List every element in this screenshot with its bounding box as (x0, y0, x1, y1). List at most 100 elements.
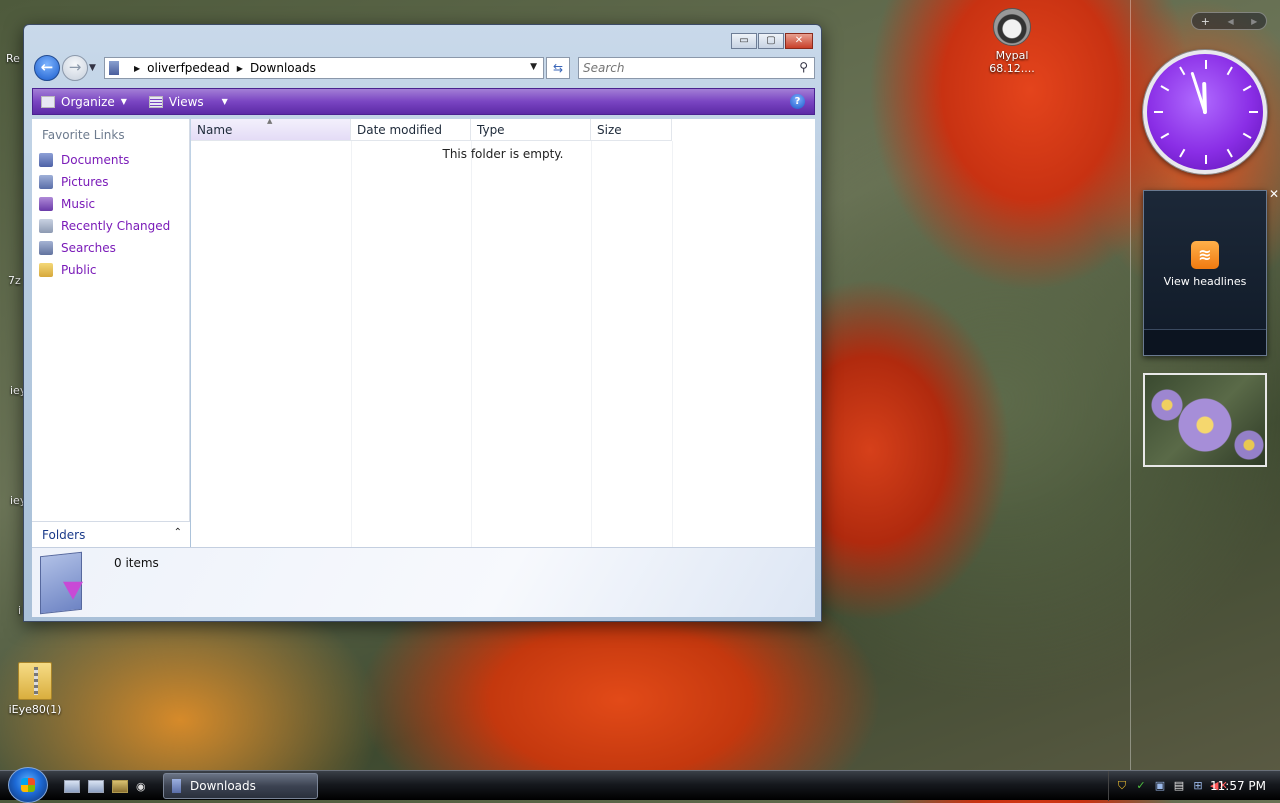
taskbar-clock[interactable]: 11:57 PM (1210, 779, 1266, 793)
refresh-button[interactable]: ⇆ (546, 57, 570, 79)
zip-folder-icon (18, 662, 52, 700)
program-tray-icon[interactable]: ▤ (1172, 779, 1186, 793)
empty-folder-message: This folder is empty. (442, 147, 564, 161)
favorite-link-pictures[interactable]: Pictures (32, 171, 189, 193)
address-dropdown-icon[interactable]: ▼ (530, 62, 537, 72)
gadget-close-icon[interactable]: ✕ (1269, 188, 1279, 200)
window-controls: ▭ ▢ ✕ (731, 33, 813, 49)
clock-gadget[interactable] (1143, 50, 1267, 174)
checkmark-icon[interactable]: ✓ (1134, 779, 1148, 793)
clock-tick-mark (1160, 85, 1170, 92)
organize-label: Organize (61, 94, 115, 109)
minimize-button[interactable]: ▭ (731, 33, 757, 49)
favorite-link-public[interactable]: Public (32, 259, 189, 281)
column-header-type[interactable]: Type (471, 119, 591, 141)
network-icon[interactable]: ⊞ (1191, 779, 1205, 793)
show-desktop-icon[interactable] (64, 780, 80, 793)
next-gadgets-button[interactable]: ▶ (1251, 17, 1257, 26)
back-button[interactable]: ← (34, 55, 60, 81)
explorer-window: ▭ ▢ ✕ ← → ▼ ▶ oliverfpedead ▶ Downloads … (23, 24, 822, 622)
clock-tick-mark (1179, 66, 1186, 76)
documents-icon (39, 153, 53, 167)
breadcrumb-user[interactable]: oliverfpedead (147, 61, 230, 75)
downloads-folder-icon (40, 551, 83, 615)
taskbar-button-downloads[interactable]: Downloads (163, 773, 318, 799)
mypal-raccoon-icon (993, 8, 1031, 46)
breadcrumb-downloads[interactable]: Downloads (250, 61, 316, 75)
column-header-size[interactable]: Size (591, 119, 672, 141)
add-gadget-button[interactable]: + (1201, 15, 1210, 28)
address-bar[interactable]: ▶ oliverfpedead ▶ Downloads ▼ (104, 57, 544, 79)
search-box[interactable]: ⚲ (578, 57, 815, 79)
column-divider (591, 141, 592, 547)
clock-tick-mark (1242, 85, 1252, 92)
slide-show-gadget[interactable] (1143, 373, 1267, 467)
chevron-down-icon[interactable]: ▼ (222, 97, 228, 106)
breadcrumb-separator-icon[interactable]: ▶ (134, 64, 140, 73)
favorite-link-searches[interactable]: Searches (32, 237, 189, 259)
organize-button[interactable]: Organize ▼ (41, 95, 127, 109)
desktop-icon-mypal[interactable]: Mypal 68.12.... (982, 8, 1042, 75)
desktop-icon-partial-7z[interactable]: 7z (8, 274, 21, 287)
previous-gadgets-button[interactable]: ◀ (1227, 17, 1233, 26)
feed-headlines-gadget[interactable]: ≋ View headlines (1143, 190, 1267, 356)
column-divider (672, 141, 673, 547)
folders-label: Folders (42, 528, 86, 542)
recent-pages-dropdown-icon[interactable]: ▼ (89, 63, 96, 73)
music-icon (39, 197, 53, 211)
favorite-link-label: Pictures (61, 175, 109, 189)
favorite-link-label: Documents (61, 153, 130, 167)
folders-toggle[interactable]: Folders ⌃ (32, 521, 190, 547)
help-icon[interactable]: ? (790, 94, 805, 109)
taskbar: ◉ Downloads ⛉ ✓ ▣ ▤ ⊞ ◀✕ 11:57 PM (0, 767, 1280, 803)
desktop-icon-label: iEye80(1) (8, 703, 62, 716)
clock-tick-mark (1154, 111, 1163, 113)
file-list[interactable]: ▲ Name Date modified Type Size This fold… (191, 117, 815, 547)
rss-feed-icon: ≋ (1191, 241, 1219, 269)
favorite-link-label: Public (61, 263, 97, 277)
favorite-links-title: Favorite Links (42, 128, 125, 142)
favorite-link-documents[interactable]: Documents (32, 149, 189, 171)
desktop-icon-partial-recycle[interactable]: Re (6, 52, 20, 65)
switch-windows-icon[interactable] (88, 780, 104, 793)
column-header-name[interactable]: ▲ Name (191, 117, 351, 141)
column-divider (471, 141, 472, 547)
favorite-link-label: Recently Changed (61, 219, 171, 233)
feed-gadget-footer (1144, 329, 1266, 355)
searches-icon (39, 241, 53, 255)
desktop-icon-ieye80[interactable]: iEye80(1) (0, 662, 70, 716)
views-icon (148, 95, 163, 108)
sidebar-divider (1130, 0, 1131, 770)
forward-button[interactable]: → (62, 55, 88, 81)
clock-tick-mark (1179, 148, 1186, 158)
chevron-up-icon: ⌃ (173, 527, 182, 538)
sidebar-toolbar: + ◀ ▶ (1191, 12, 1267, 30)
desktop-icon-partial-ieye-3[interactable]: i (18, 604, 21, 617)
maximize-button[interactable]: ▢ (758, 33, 784, 49)
favorite-links-list: Documents Pictures Music Recently Changed Se… (32, 149, 189, 281)
view-headlines-label[interactable]: View headlines (1144, 275, 1266, 288)
search-input[interactable] (579, 58, 779, 78)
recently-changed-icon (39, 219, 53, 233)
quick-launch-app-icon[interactable] (112, 780, 128, 793)
column-header-date-modified[interactable]: Date modified (351, 119, 471, 141)
favorite-link-recently-changed[interactable]: Recently Changed (32, 215, 189, 237)
search-icon[interactable]: ⚲ (799, 60, 808, 74)
clock-tick-mark (1226, 66, 1233, 76)
favorite-link-music[interactable]: Music (32, 193, 189, 215)
views-button[interactable]: Views ▼ (148, 95, 228, 109)
close-button[interactable]: ✕ (785, 33, 813, 49)
navigation-pane: Favorite Links Documents Pictures Music Rec… (32, 119, 190, 547)
favorite-link-label: Music (61, 197, 96, 211)
media-player-icon[interactable]: ◉ (136, 780, 146, 793)
item-count: 0 items (114, 556, 159, 570)
start-button[interactable] (8, 767, 48, 803)
clock-tick-mark (1205, 60, 1207, 69)
breadcrumb-separator-icon[interactable]: ▶ (237, 64, 243, 73)
sort-ascending-icon: ▲ (267, 117, 273, 125)
clock-tick-mark (1242, 132, 1252, 139)
command-bar: Organize ▼ Views ▼ ? (32, 88, 815, 115)
security-shield-icon[interactable]: ⛉ (1115, 779, 1129, 793)
application-tray-icon[interactable]: ▣ (1153, 779, 1167, 793)
favorite-link-label: Searches (61, 241, 116, 255)
